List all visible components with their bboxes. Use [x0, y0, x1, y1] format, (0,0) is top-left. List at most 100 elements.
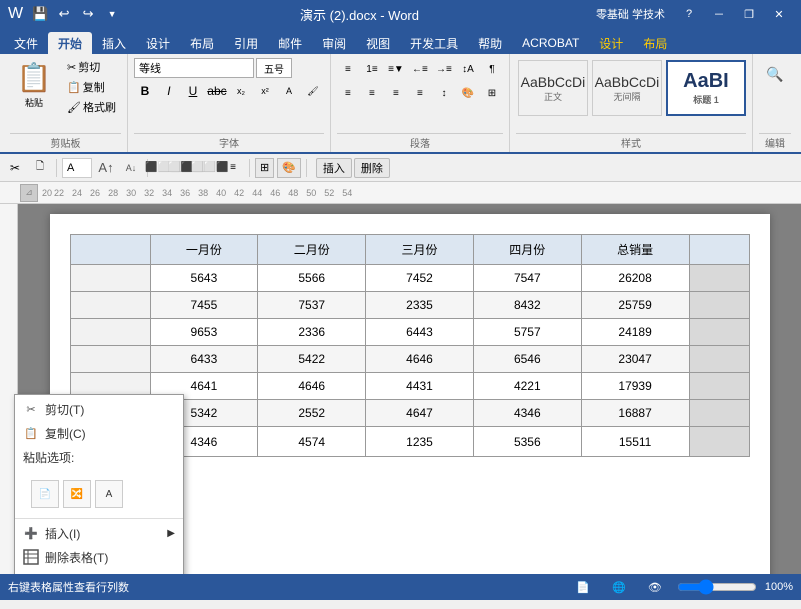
- cut-button[interactable]: ✂剪切: [62, 58, 121, 76]
- zoom-slider[interactable]: [677, 579, 757, 595]
- cell-6-5: 15511: [581, 427, 689, 457]
- tab-references[interactable]: 引用: [224, 32, 268, 54]
- shading-icon[interactable]: 🎨: [277, 158, 301, 178]
- tab-mailings[interactable]: 邮件: [268, 32, 312, 54]
- strikethrough-button[interactable]: abc: [206, 80, 228, 102]
- quick-access-toolbar: W 💾 ↩ ↪ ▼: [8, 3, 123, 25]
- style-no-spacing[interactable]: AaBbCcDi 无间隔: [592, 60, 662, 116]
- align-center-button[interactable]: ≡: [361, 82, 383, 104]
- align-left-button[interactable]: ≡: [337, 82, 359, 104]
- cell-5-5: 16887: [581, 400, 689, 427]
- borders-button[interactable]: ⊞: [481, 82, 503, 104]
- tab-help[interactable]: 帮助: [468, 32, 512, 54]
- delete-btn[interactable]: 删除: [354, 158, 390, 178]
- ctx-cut[interactable]: ✂ 剪切(T): [15, 397, 183, 421]
- shading-button[interactable]: 🎨: [457, 82, 479, 104]
- justify-button[interactable]: ≡: [409, 82, 431, 104]
- undo-quick-btn[interactable]: ↩: [53, 3, 75, 25]
- decrease-indent-button[interactable]: ←≡: [409, 58, 431, 80]
- cell-1-0: [70, 292, 150, 319]
- tab-file[interactable]: 文件: [4, 32, 48, 54]
- font-size-small[interactable]: A: [62, 158, 92, 178]
- italic-button[interactable]: I: [158, 80, 180, 102]
- ruler-corner[interactable]: ⊿: [20, 184, 38, 202]
- paste-button[interactable]: 📋 粘贴: [10, 58, 58, 112]
- font-color-button[interactable]: A: [278, 80, 300, 102]
- view-print-btn[interactable]: 📄: [569, 577, 597, 597]
- ctx-distribute-rows[interactable]: 平均分布各行(N): [15, 569, 183, 574]
- tab-view[interactable]: 视图: [356, 32, 400, 54]
- increase-indent-button[interactable]: →≡: [433, 58, 455, 80]
- table-row: 965323366443575724189: [70, 319, 749, 346]
- view-web-btn[interactable]: 🌐: [605, 577, 633, 597]
- tab-review[interactable]: 审阅: [312, 32, 356, 54]
- font-name-box[interactable]: 等线: [134, 58, 254, 78]
- subscript-button[interactable]: x₂: [230, 80, 252, 102]
- ctx-copy[interactable]: 📋 复制(C): [15, 421, 183, 445]
- view-read-btn[interactable]: 👁: [641, 577, 669, 597]
- align-right-button[interactable]: ≡: [385, 82, 407, 104]
- cell-1-5: 25759: [581, 292, 689, 319]
- separator-1: [56, 159, 57, 177]
- tab-table-design[interactable]: 设计: [589, 32, 633, 54]
- save-quick-btn[interactable]: 💾: [29, 3, 51, 25]
- underline-button[interactable]: U: [182, 80, 204, 102]
- restore-btn[interactable]: ❐: [735, 4, 763, 24]
- separator-3: [249, 159, 250, 177]
- minimize-btn[interactable]: －: [705, 4, 733, 24]
- header-cell-1: 一月份: [150, 235, 258, 265]
- styles-group-top: AaBbCcDi 正文 AaBbCcDi 无间隔 AaBI 标题 1: [516, 58, 746, 131]
- multilevel-button[interactable]: ≡▼: [385, 58, 407, 80]
- font-down-btn[interactable]: A↓: [120, 157, 142, 179]
- cell-1-2: 7537: [258, 292, 366, 319]
- ctx-paste-label: 粘贴选项:: [23, 449, 74, 466]
- sort-button[interactable]: ↕A: [457, 58, 479, 80]
- scissors-icon[interactable]: ✂: [4, 157, 26, 179]
- bullets-button[interactable]: ≡: [337, 58, 359, 80]
- cell-0-5: 26208: [581, 265, 689, 292]
- style-normal[interactable]: AaBbCcDi 正文: [518, 60, 588, 116]
- tab-layout[interactable]: 布局: [180, 32, 224, 54]
- tab-insert[interactable]: 插入: [92, 32, 136, 54]
- insert-btn[interactable]: 插入: [316, 158, 352, 178]
- numbering-button[interactable]: 1≡: [361, 58, 383, 80]
- clipboard-group-top: 📋 粘贴 ✂剪切 📋复制 🖌格式刷: [10, 58, 121, 131]
- paste-keep-source[interactable]: 📄: [31, 480, 59, 508]
- paste-text-only[interactable]: A: [95, 480, 123, 508]
- help-btn[interactable]: ?: [675, 4, 703, 24]
- alignment-buttons: ⬛⬜⬜ ⬜⬛⬜ ⬜⬜⬛ ≡: [153, 157, 244, 179]
- redo-quick-btn[interactable]: ↪: [77, 3, 99, 25]
- font-size-box[interactable]: 五号: [256, 58, 292, 78]
- tab-developer[interactable]: 开发工具: [400, 32, 468, 54]
- find-button[interactable]: 🔍: [759, 58, 791, 90]
- cell-5-3: 4647: [366, 400, 474, 427]
- ctx-delete-table[interactable]: 删除表格(T): [15, 545, 183, 569]
- customize-quick-btn[interactable]: ▼: [101, 3, 123, 25]
- bold-button[interactable]: B: [134, 80, 156, 102]
- superscript-button[interactable]: x²: [254, 80, 276, 102]
- paragraph-group-label: 段落: [337, 133, 503, 152]
- tab-table-layout[interactable]: 布局: [633, 32, 677, 54]
- title-bar: W 💾 ↩ ↪ ▼ 演示 (2).docx - Word 零基础 学技术 ? －…: [0, 0, 801, 28]
- justify-small[interactable]: ≡: [222, 157, 244, 179]
- tab-home[interactable]: 开始: [48, 32, 92, 54]
- font-up-btn[interactable]: A↑: [95, 157, 117, 179]
- align-right-small[interactable]: ⬜⬜⬛: [199, 157, 221, 179]
- copy-button[interactable]: 📋复制: [62, 78, 121, 96]
- copy-icon-ctx: 📋: [23, 425, 39, 441]
- paste-merge-format[interactable]: 🔀: [63, 480, 91, 508]
- ctx-insert[interactable]: ➕ 插入(I) ▶: [15, 521, 183, 545]
- style-heading1[interactable]: AaBI 标题 1: [666, 60, 746, 116]
- copy-icon[interactable]: 🗋: [29, 157, 51, 179]
- format-painter-button[interactable]: 🖌格式刷: [62, 98, 121, 116]
- cell-border-icon[interactable]: ⊞: [255, 158, 274, 178]
- cell-6-extra: [689, 427, 749, 457]
- show-marks-button[interactable]: ¶: [481, 58, 503, 80]
- header-cell-2: 二月份: [258, 235, 366, 265]
- highlight-button[interactable]: 🖌: [302, 80, 324, 102]
- tab-design[interactable]: 设计: [136, 32, 180, 54]
- close-btn[interactable]: ✕: [765, 4, 793, 24]
- line-spacing-button[interactable]: ↕: [433, 82, 455, 104]
- tab-acrobat[interactable]: ACROBAT: [512, 32, 589, 54]
- cell-2-4: 5757: [473, 319, 581, 346]
